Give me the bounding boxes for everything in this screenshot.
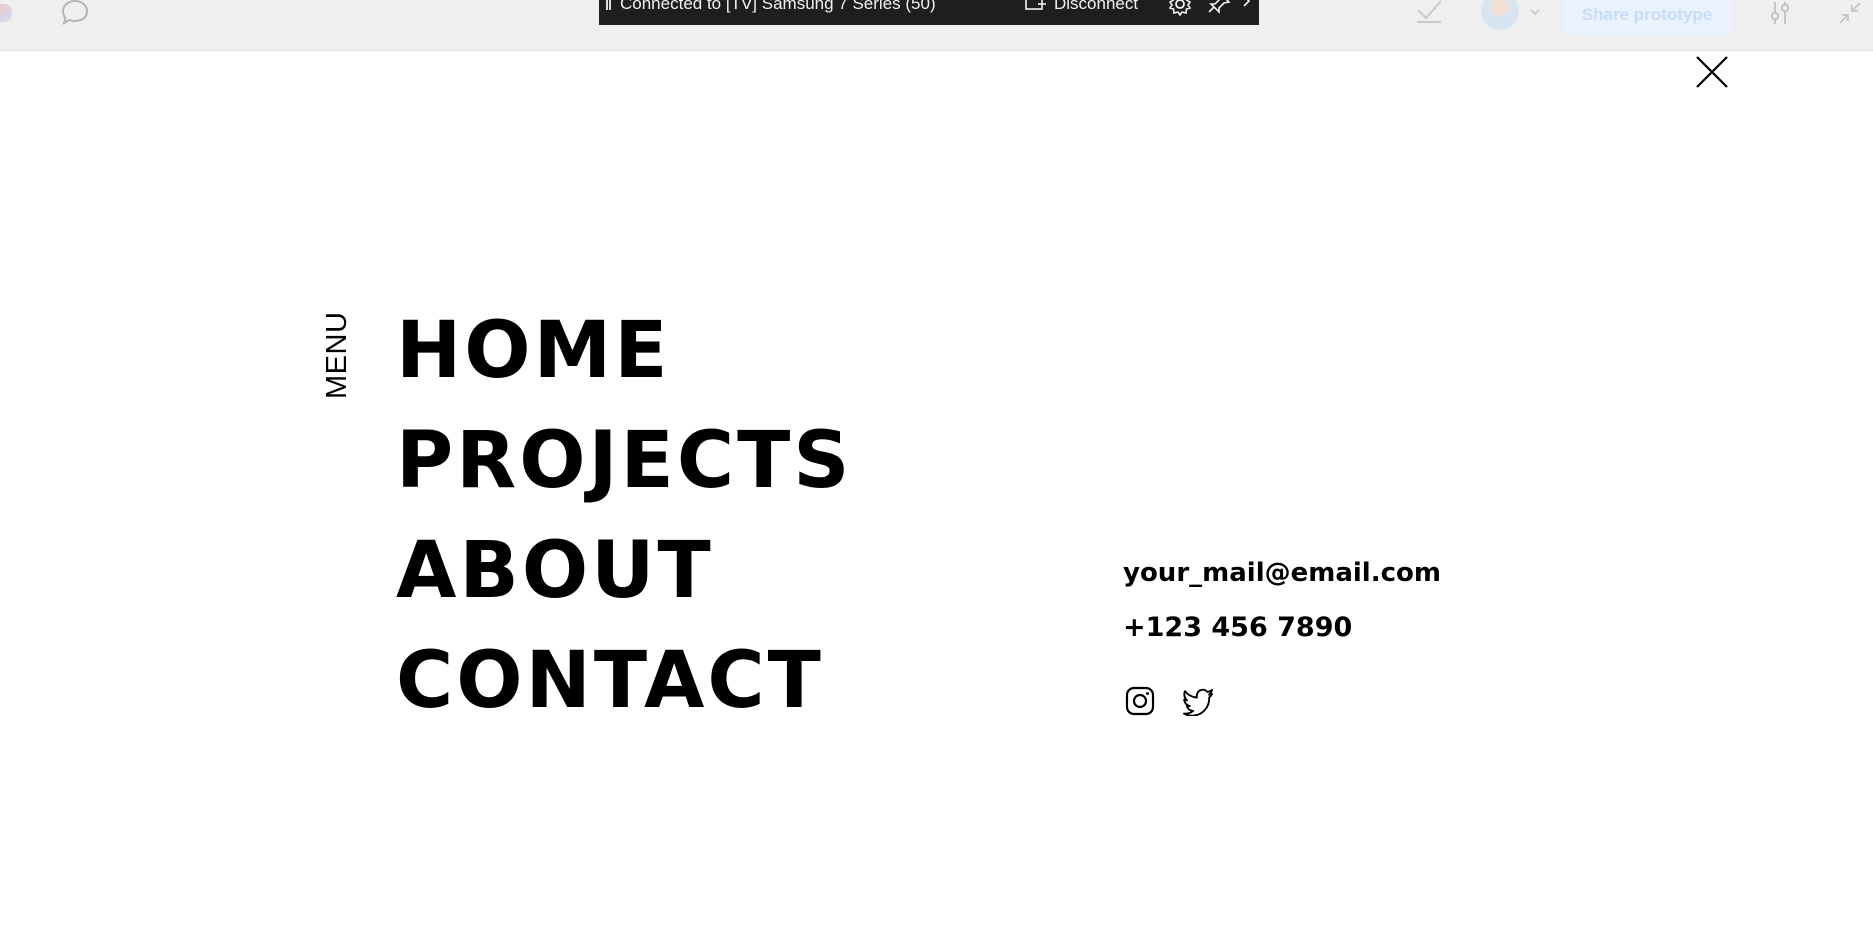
gear-icon[interactable]	[1167, 0, 1193, 16]
cast-status-text: Connected to [TV] Samsung 7 Series (50)	[620, 0, 936, 13]
chevron-right-icon[interactable]	[1240, 0, 1252, 8]
contact-phone-link[interactable]: +123 456 7890	[1123, 611, 1352, 645]
checkmark-icon[interactable]	[1414, 0, 1444, 24]
share-prototype-button[interactable]: Share prototype	[1563, 0, 1731, 36]
nav-item-about[interactable]: ABOUT	[396, 516, 852, 626]
disconnect-button[interactable]: Disconnect	[1054, 0, 1138, 12]
collapse-icon[interactable]	[1837, 0, 1863, 26]
menu-label: MENU	[321, 311, 353, 399]
nav-item-projects[interactable]: PROJECTS	[396, 406, 852, 516]
instagram-icon[interactable]	[1125, 686, 1155, 716]
drag-handle-icon[interactable]	[606, 0, 611, 10]
comment-icon[interactable]	[60, 0, 90, 26]
cast-status-banner: Connected to [TV] Samsung 7 Series (50) …	[599, 0, 1259, 25]
nav-item-home[interactable]: HOME	[396, 296, 852, 406]
pin-icon[interactable]	[1207, 0, 1231, 14]
nav-item-contact[interactable]: CONTACT	[396, 626, 852, 736]
chevron-down-icon[interactable]	[1528, 5, 1542, 19]
app-logo-icon	[0, 4, 12, 22]
twitter-icon[interactable]	[1182, 686, 1214, 716]
close-icon[interactable]	[1694, 54, 1730, 90]
top-toolbar: Share prototype Connected to [TV] Samsun…	[0, 0, 1873, 51]
cast-screen-icon	[1025, 0, 1046, 10]
nav-list: HOME PROJECTS ABOUT CONTACT	[396, 296, 852, 736]
user-avatar[interactable]	[1481, 0, 1519, 30]
contact-email-link[interactable]: your_mail@email.com	[1123, 556, 1441, 590]
prototype-viewer: Share prototype Connected to [TV] Samsun…	[0, 0, 1873, 952]
settings-sliders-icon[interactable]	[1767, 0, 1793, 26]
